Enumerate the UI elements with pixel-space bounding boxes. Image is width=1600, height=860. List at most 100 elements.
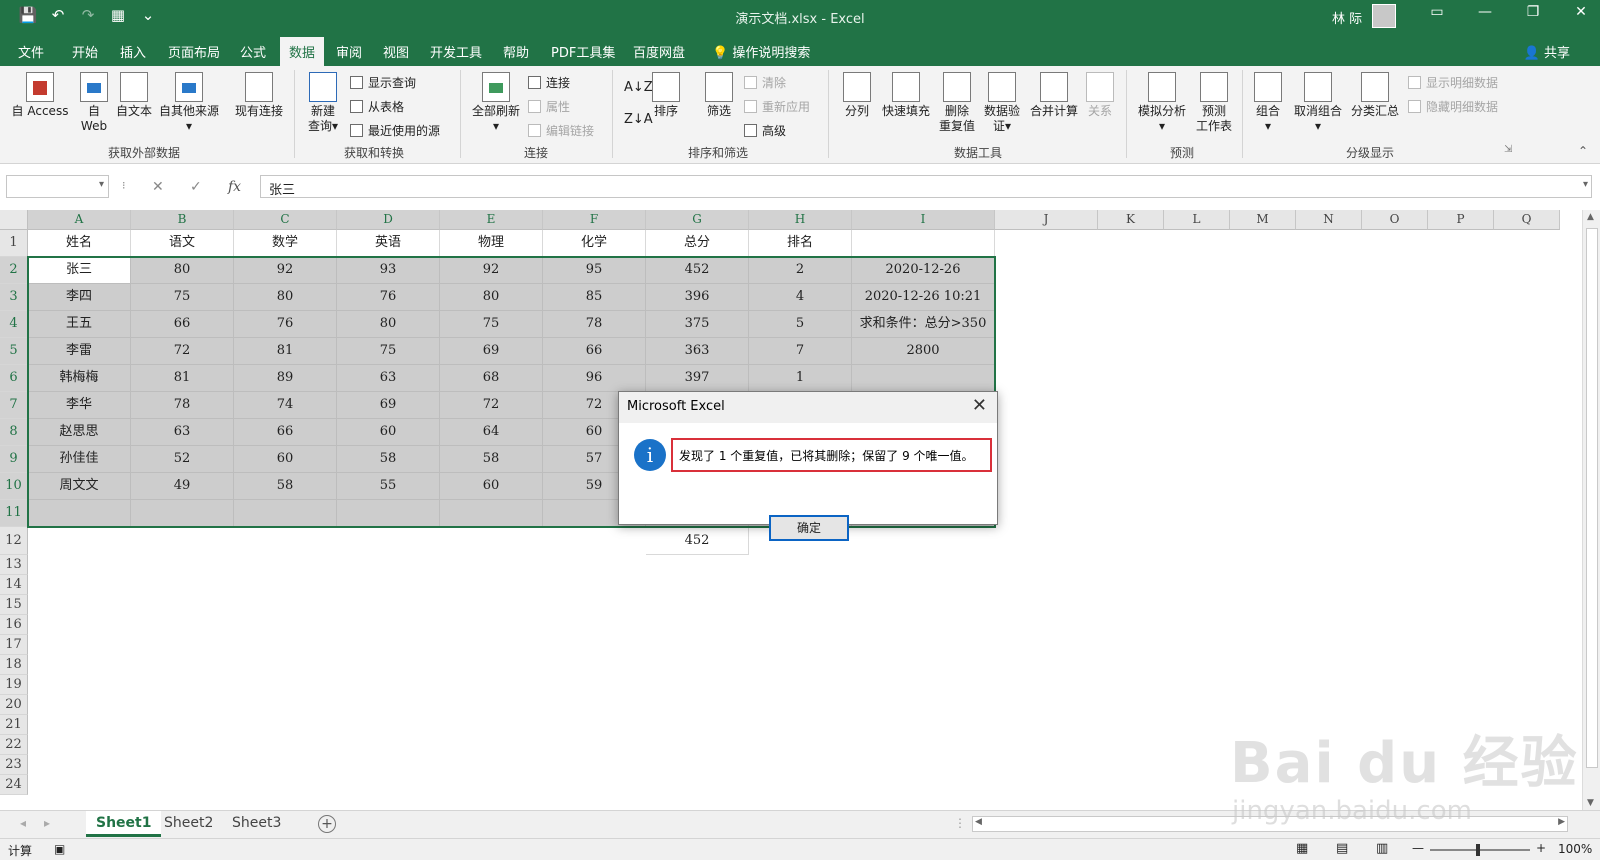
- advanced-filter-button[interactable]: 高级: [744, 122, 786, 139]
- cell-i2[interactable]: 2020-12-26: [852, 257, 995, 284]
- ribbon-display-icon[interactable]: ▭: [1428, 4, 1446, 20]
- row-header-5[interactable]: 5: [0, 338, 28, 365]
- row-header-20[interactable]: 20: [0, 695, 28, 715]
- cell-g1[interactable]: 总分: [646, 230, 749, 257]
- row-header-24[interactable]: 24: [0, 775, 28, 795]
- sheet-tab-sheet1[interactable]: Sheet1: [86, 811, 162, 837]
- row-header-15[interactable]: 15: [0, 595, 28, 615]
- cell-a7[interactable]: 李华: [28, 392, 131, 419]
- cell-c5[interactable]: 81: [234, 338, 337, 365]
- dialog-close-icon[interactable]: ✕: [972, 395, 987, 416]
- row-header-3[interactable]: 3: [0, 284, 28, 311]
- recent-sources-button[interactable]: 最近使用的源: [350, 122, 440, 139]
- cell-d8[interactable]: 60: [337, 419, 440, 446]
- insert-function-icon[interactable]: fx: [228, 179, 241, 195]
- row-header-17[interactable]: 17: [0, 635, 28, 655]
- tab-formulas[interactable]: 公式: [240, 42, 266, 61]
- select-all-corner[interactable]: [0, 210, 28, 230]
- row-header-10[interactable]: 10: [0, 473, 28, 500]
- cell-e11[interactable]: [440, 500, 543, 527]
- column-header-b[interactable]: B: [131, 210, 234, 230]
- cell-g5[interactable]: 363: [646, 338, 749, 365]
- flash-fill-button[interactable]: 快速填充: [878, 72, 934, 119]
- column-header-c[interactable]: C: [234, 210, 337, 230]
- restore-button[interactable]: ❐: [1524, 4, 1542, 20]
- tab-home[interactable]: 开始: [72, 42, 98, 61]
- cell-b6[interactable]: 81: [131, 365, 234, 392]
- reapply-button[interactable]: 重新应用: [744, 98, 810, 115]
- cell-b3[interactable]: 75: [131, 284, 234, 311]
- from-other-sources-button[interactable]: 自其他来源 ▾: [156, 72, 222, 134]
- row-header-4[interactable]: 4: [0, 311, 28, 338]
- text-to-columns-button[interactable]: 分列: [840, 72, 874, 119]
- zoom-slider[interactable]: [1430, 849, 1530, 851]
- zoom-level[interactable]: 100%: [1558, 842, 1592, 856]
- cell-i3[interactable]: 2020-12-26 10:21: [852, 284, 995, 311]
- name-box[interactable]: ▾: [6, 175, 109, 198]
- cell-b4[interactable]: 66: [131, 311, 234, 338]
- cell-i5[interactable]: 2800: [852, 338, 995, 365]
- formula-input[interactable]: 张三: [260, 175, 1592, 198]
- row-header-13[interactable]: 13: [0, 555, 28, 575]
- cell-c8[interactable]: 66: [234, 419, 337, 446]
- consolidate-button[interactable]: 合并计算: [1026, 72, 1082, 119]
- tab-file[interactable]: 文件: [18, 42, 44, 61]
- row-header-23[interactable]: 23: [0, 755, 28, 775]
- dialog-launcher-icon[interactable]: ⇲: [1504, 144, 1512, 155]
- from-web-button[interactable]: 自 Web: [76, 72, 112, 134]
- cell-a8[interactable]: 赵思思: [28, 419, 131, 446]
- tab-page-layout[interactable]: 页面布局: [168, 42, 220, 61]
- cell-c6[interactable]: 89: [234, 365, 337, 392]
- row-header-22[interactable]: 22: [0, 735, 28, 755]
- zoom-in-icon[interactable]: +: [1536, 841, 1546, 855]
- cell-c1[interactable]: 数学: [234, 230, 337, 257]
- cancel-entry-icon[interactable]: ✕: [152, 179, 164, 195]
- cell-g4[interactable]: 375: [646, 311, 749, 338]
- connections-button[interactable]: 连接: [528, 74, 570, 91]
- page-layout-view-icon[interactable]: ▤: [1336, 841, 1348, 856]
- cell-a6[interactable]: 韩梅梅: [28, 365, 131, 392]
- cell-a5[interactable]: 李雷: [28, 338, 131, 365]
- cell-f6[interactable]: 96: [543, 365, 646, 392]
- show-detail-button[interactable]: 显示明细数据: [1408, 74, 1498, 91]
- user-name[interactable]: 林 际: [1332, 8, 1362, 27]
- cell-e10[interactable]: 60: [440, 473, 543, 500]
- clear-button[interactable]: 清除: [744, 74, 786, 91]
- hide-detail-button[interactable]: 隐藏明细数据: [1408, 98, 1498, 115]
- row-header-9[interactable]: 9: [0, 446, 28, 473]
- cell-g2[interactable]: 452: [646, 257, 749, 284]
- zoom-slider-thumb[interactable]: [1476, 844, 1480, 856]
- vertical-scrollbar[interactable]: ▲ ▼: [1582, 210, 1600, 810]
- minimize-button[interactable]: —: [1476, 4, 1494, 20]
- cell-d10[interactable]: 55: [337, 473, 440, 500]
- scroll-left-icon[interactable]: ◀: [975, 817, 982, 827]
- what-if-analysis-button[interactable]: 模拟分析 ▾: [1134, 72, 1190, 134]
- cell-c2[interactable]: 92: [234, 257, 337, 284]
- column-header-k[interactable]: K: [1098, 210, 1164, 230]
- row-header-8[interactable]: 8: [0, 419, 28, 446]
- cell-c3[interactable]: 80: [234, 284, 337, 311]
- cell-h5[interactable]: 7: [749, 338, 852, 365]
- cell-a10[interactable]: 周文文: [28, 473, 131, 500]
- cell-e5[interactable]: 69: [440, 338, 543, 365]
- forecast-sheet-button[interactable]: 预测 工作表: [1192, 72, 1236, 134]
- cell-a3[interactable]: 李四: [28, 284, 131, 311]
- cell-b10[interactable]: 49: [131, 473, 234, 500]
- cell-d2[interactable]: 93: [337, 257, 440, 284]
- cell-b1[interactable]: 语文: [131, 230, 234, 257]
- cell-b7[interactable]: 78: [131, 392, 234, 419]
- row-header-2[interactable]: 2: [0, 257, 28, 284]
- cell-c7[interactable]: 74: [234, 392, 337, 419]
- ungroup-button[interactable]: 取消组合 ▾: [1290, 72, 1346, 134]
- cell-d11[interactable]: [337, 500, 440, 527]
- tab-developer[interactable]: 开发工具: [430, 42, 482, 61]
- cell-g12[interactable]: 452: [646, 527, 749, 555]
- column-header-m[interactable]: M: [1230, 210, 1296, 230]
- from-text-button[interactable]: 自文本: [114, 72, 154, 119]
- cell-e7[interactable]: 72: [440, 392, 543, 419]
- new-query-button[interactable]: 新建 查询▾: [302, 72, 344, 134]
- column-header-a[interactable]: A: [28, 210, 131, 230]
- relationships-button[interactable]: 关系: [1084, 72, 1116, 119]
- column-header-g[interactable]: G: [646, 210, 749, 230]
- cell-d6[interactable]: 63: [337, 365, 440, 392]
